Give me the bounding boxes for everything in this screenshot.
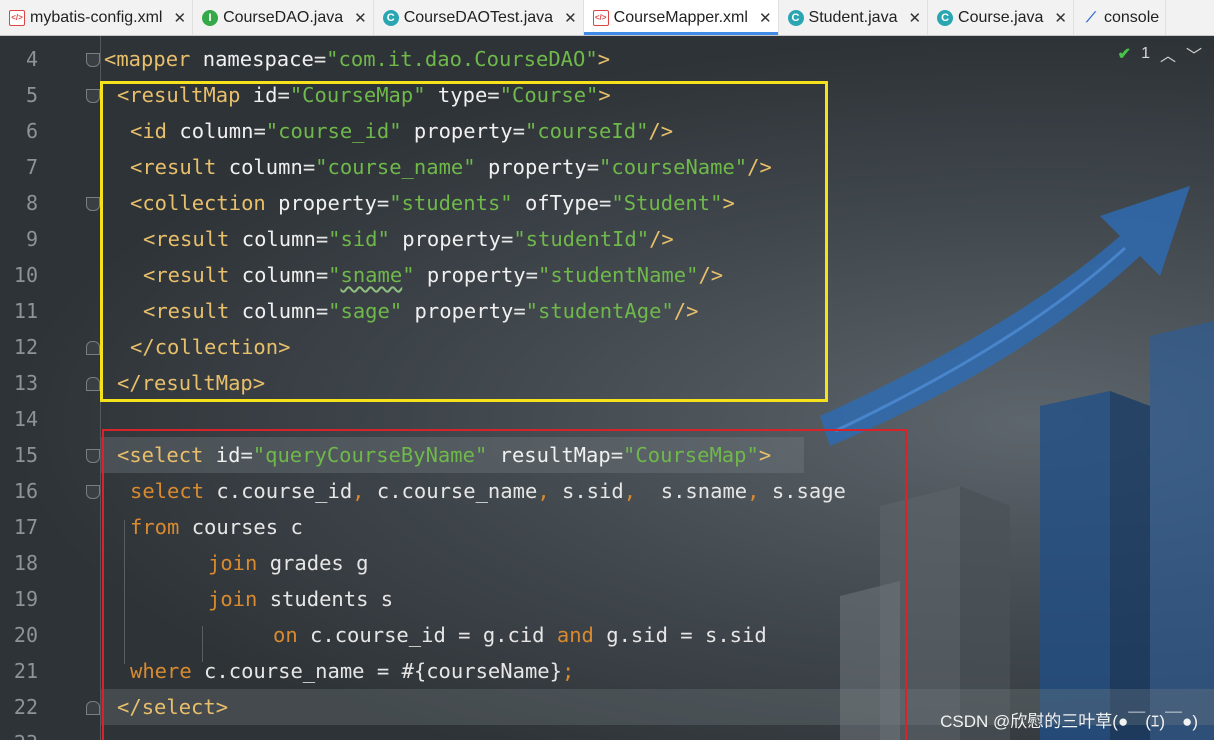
tab-student[interactable]: C Student.java ✕ — [779, 0, 929, 35]
line-number: 21 — [13, 659, 38, 683]
line-number: 7 — [25, 155, 38, 179]
line-number: 16 — [13, 479, 38, 503]
fold-marker[interactable] — [86, 701, 100, 715]
interface-icon: I — [202, 9, 219, 26]
fold-marker[interactable] — [86, 485, 100, 499]
close-icon[interactable]: ✕ — [564, 9, 577, 27]
line-number: 11 — [13, 299, 38, 323]
fold-marker[interactable] — [86, 341, 100, 355]
xml-file-icon: </> — [592, 9, 609, 26]
line-number-gutter[interactable]: 4 5 6 7 8 9 10 11 12 13 14 15 16 17 18 1… — [0, 36, 100, 740]
tab-label: console — [1104, 8, 1160, 26]
line-number: 8 — [25, 191, 38, 215]
check-icon: ✔ — [1117, 46, 1132, 63]
line-number: 23 — [0, 725, 38, 740]
line-number: 15 — [13, 443, 38, 467]
class-icon: C — [937, 9, 954, 26]
tab-label: mybatis-config.xml — [30, 8, 163, 26]
code-editor[interactable]: 4 5 6 7 8 9 10 11 12 13 14 15 16 17 18 1… — [0, 36, 1214, 740]
tab-course-dao-test[interactable]: C CourseDAOTest.java ✕ — [374, 0, 584, 35]
watermark: CSDN @欣慰的三叶草(●￣(ｴ)￣●) — [940, 712, 1198, 731]
line-number: 12 — [13, 335, 38, 359]
tab-label: CourseDAO.java — [223, 8, 344, 26]
line-number: 10 — [13, 263, 38, 287]
line-number: 14 — [13, 407, 38, 431]
line-number: 18 — [13, 551, 38, 575]
line-number: 6 — [25, 119, 38, 143]
fold-marker[interactable] — [86, 89, 100, 103]
line-number: 13 — [13, 371, 38, 395]
inspection-widget[interactable]: ✔ 1 ︿ ﹀ — [1118, 42, 1202, 66]
test-class-icon: C — [382, 9, 399, 26]
fold-marker[interactable] — [86, 53, 100, 67]
line-number: 17 — [13, 515, 38, 539]
xml-file-icon: </> — [9, 9, 25, 26]
close-icon[interactable]: ✕ — [908, 9, 921, 27]
close-icon[interactable]: ✕ — [1054, 9, 1067, 27]
fold-marker[interactable] — [86, 449, 100, 463]
class-icon: C — [787, 9, 804, 26]
chevron-down-icon[interactable]: ﹀ — [1186, 42, 1202, 66]
inspection-count: 1 — [1141, 45, 1150, 62]
tab-course[interactable]: C Course.java ✕ — [928, 0, 1074, 35]
fold-marker[interactable] — [86, 197, 100, 211]
database-console-icon: ⟋ — [1086, 9, 1096, 25]
code-line-4: <mapper namespace="com.it.dao.CourseDAO"… — [104, 47, 611, 71]
close-icon[interactable]: ✕ — [173, 9, 186, 27]
line-number: 5 — [25, 83, 38, 107]
tab-course-mapper[interactable]: </> CourseMapper.xml ✕ — [583, 0, 779, 35]
tab-label: Course.java — [958, 8, 1044, 26]
fold-marker[interactable] — [86, 377, 100, 391]
line-number: 4 — [25, 47, 38, 71]
result-map-highlight-box — [100, 81, 828, 402]
tab-label: Student.java — [808, 8, 898, 26]
chevron-up-icon[interactable]: ︿ — [1160, 42, 1176, 66]
tab-label: CourseMapper.xml — [613, 8, 748, 26]
close-icon[interactable]: ✕ — [354, 9, 367, 27]
tab-console[interactable]: ⟋ console — [1074, 0, 1167, 35]
close-icon[interactable]: ✕ — [759, 9, 772, 27]
line-number: 9 — [25, 227, 38, 251]
tab-label: CourseDAOTest.java — [403, 8, 554, 26]
editor-tab-bar: </> mybatis-config.xml ✕ I CourseDAO.jav… — [0, 0, 1214, 36]
line-number: 20 — [13, 623, 38, 647]
tab-course-dao[interactable]: I CourseDAO.java ✕ — [193, 0, 374, 35]
select-query-highlight-box — [102, 429, 907, 740]
line-number: 19 — [13, 587, 38, 611]
line-number: 22 — [13, 695, 38, 719]
tab-mybatis-config[interactable]: </> mybatis-config.xml ✕ — [0, 0, 194, 35]
